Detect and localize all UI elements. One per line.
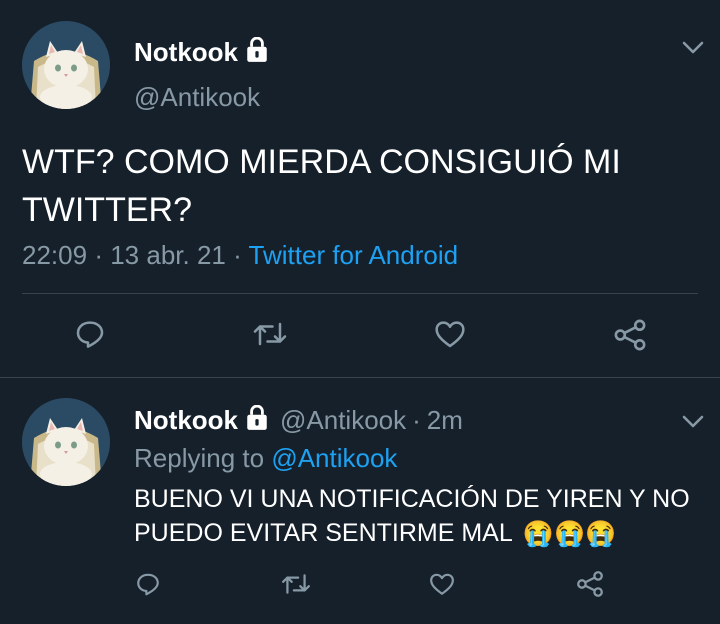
replying-to: Replying to @Antikook	[134, 443, 397, 474]
share-icon[interactable]	[574, 568, 606, 600]
chevron-down-icon[interactable]	[680, 410, 706, 432]
handle[interactable]: @Antikook	[134, 82, 260, 113]
tweet-age[interactable]: 2m	[427, 405, 463, 436]
chevron-down-icon[interactable]	[680, 36, 706, 58]
tweet-meta: 22:09 · 13 abr. 21 · Twitter for Android	[22, 240, 458, 271]
author-row: Notkook	[134, 36, 270, 68]
meta-separator: ·	[233, 240, 242, 270]
tweet-text: WTF? COMO MIERDA CONSIGUIÓ MI TWITTER?	[22, 143, 621, 229]
divider	[22, 293, 698, 294]
tweet-time: 22:09	[22, 240, 88, 270]
tweet-date[interactable]: 13 abr. 21	[110, 240, 226, 270]
reply-icon[interactable]	[72, 316, 108, 352]
reply-icon[interactable]	[134, 570, 162, 598]
replying-to-handle[interactable]: @Antikook	[271, 443, 397, 473]
cat-avatar-image	[22, 398, 110, 486]
handle[interactable]: @Antikook	[280, 405, 406, 436]
retweet-icon[interactable]	[250, 316, 290, 352]
avatar[interactable]	[22, 21, 110, 109]
cat-avatar-image	[22, 21, 110, 109]
reply-text: BUENO VI UNA NOTIFICACIÓN DE YIREN Y NO …	[134, 482, 694, 551]
like-icon[interactable]	[432, 316, 468, 352]
tweet-source[interactable]: Twitter for Android	[249, 240, 459, 270]
share-icon[interactable]	[610, 316, 650, 354]
display-name[interactable]: Notkook	[134, 405, 238, 436]
meta-separator: ·	[94, 240, 103, 270]
lock-icon	[244, 404, 270, 436]
loudly-crying-face-emoji: 😭	[522, 520, 554, 549]
retweet-icon[interactable]	[280, 570, 312, 598]
reply-author-row: Notkook @Antikook · 2m	[134, 404, 463, 436]
loudly-crying-face-emoji: 😭	[553, 520, 586, 549]
lock-icon	[244, 36, 270, 68]
loudly-crying-face-emoji: 😭	[585, 520, 617, 549]
display-name[interactable]: Notkook	[134, 37, 238, 68]
replying-to-label: Replying to	[134, 443, 265, 473]
like-icon[interactable]	[428, 570, 456, 598]
section-divider	[0, 377, 720, 378]
meta-separator: ·	[412, 404, 421, 435]
avatar[interactable]	[22, 398, 110, 486]
